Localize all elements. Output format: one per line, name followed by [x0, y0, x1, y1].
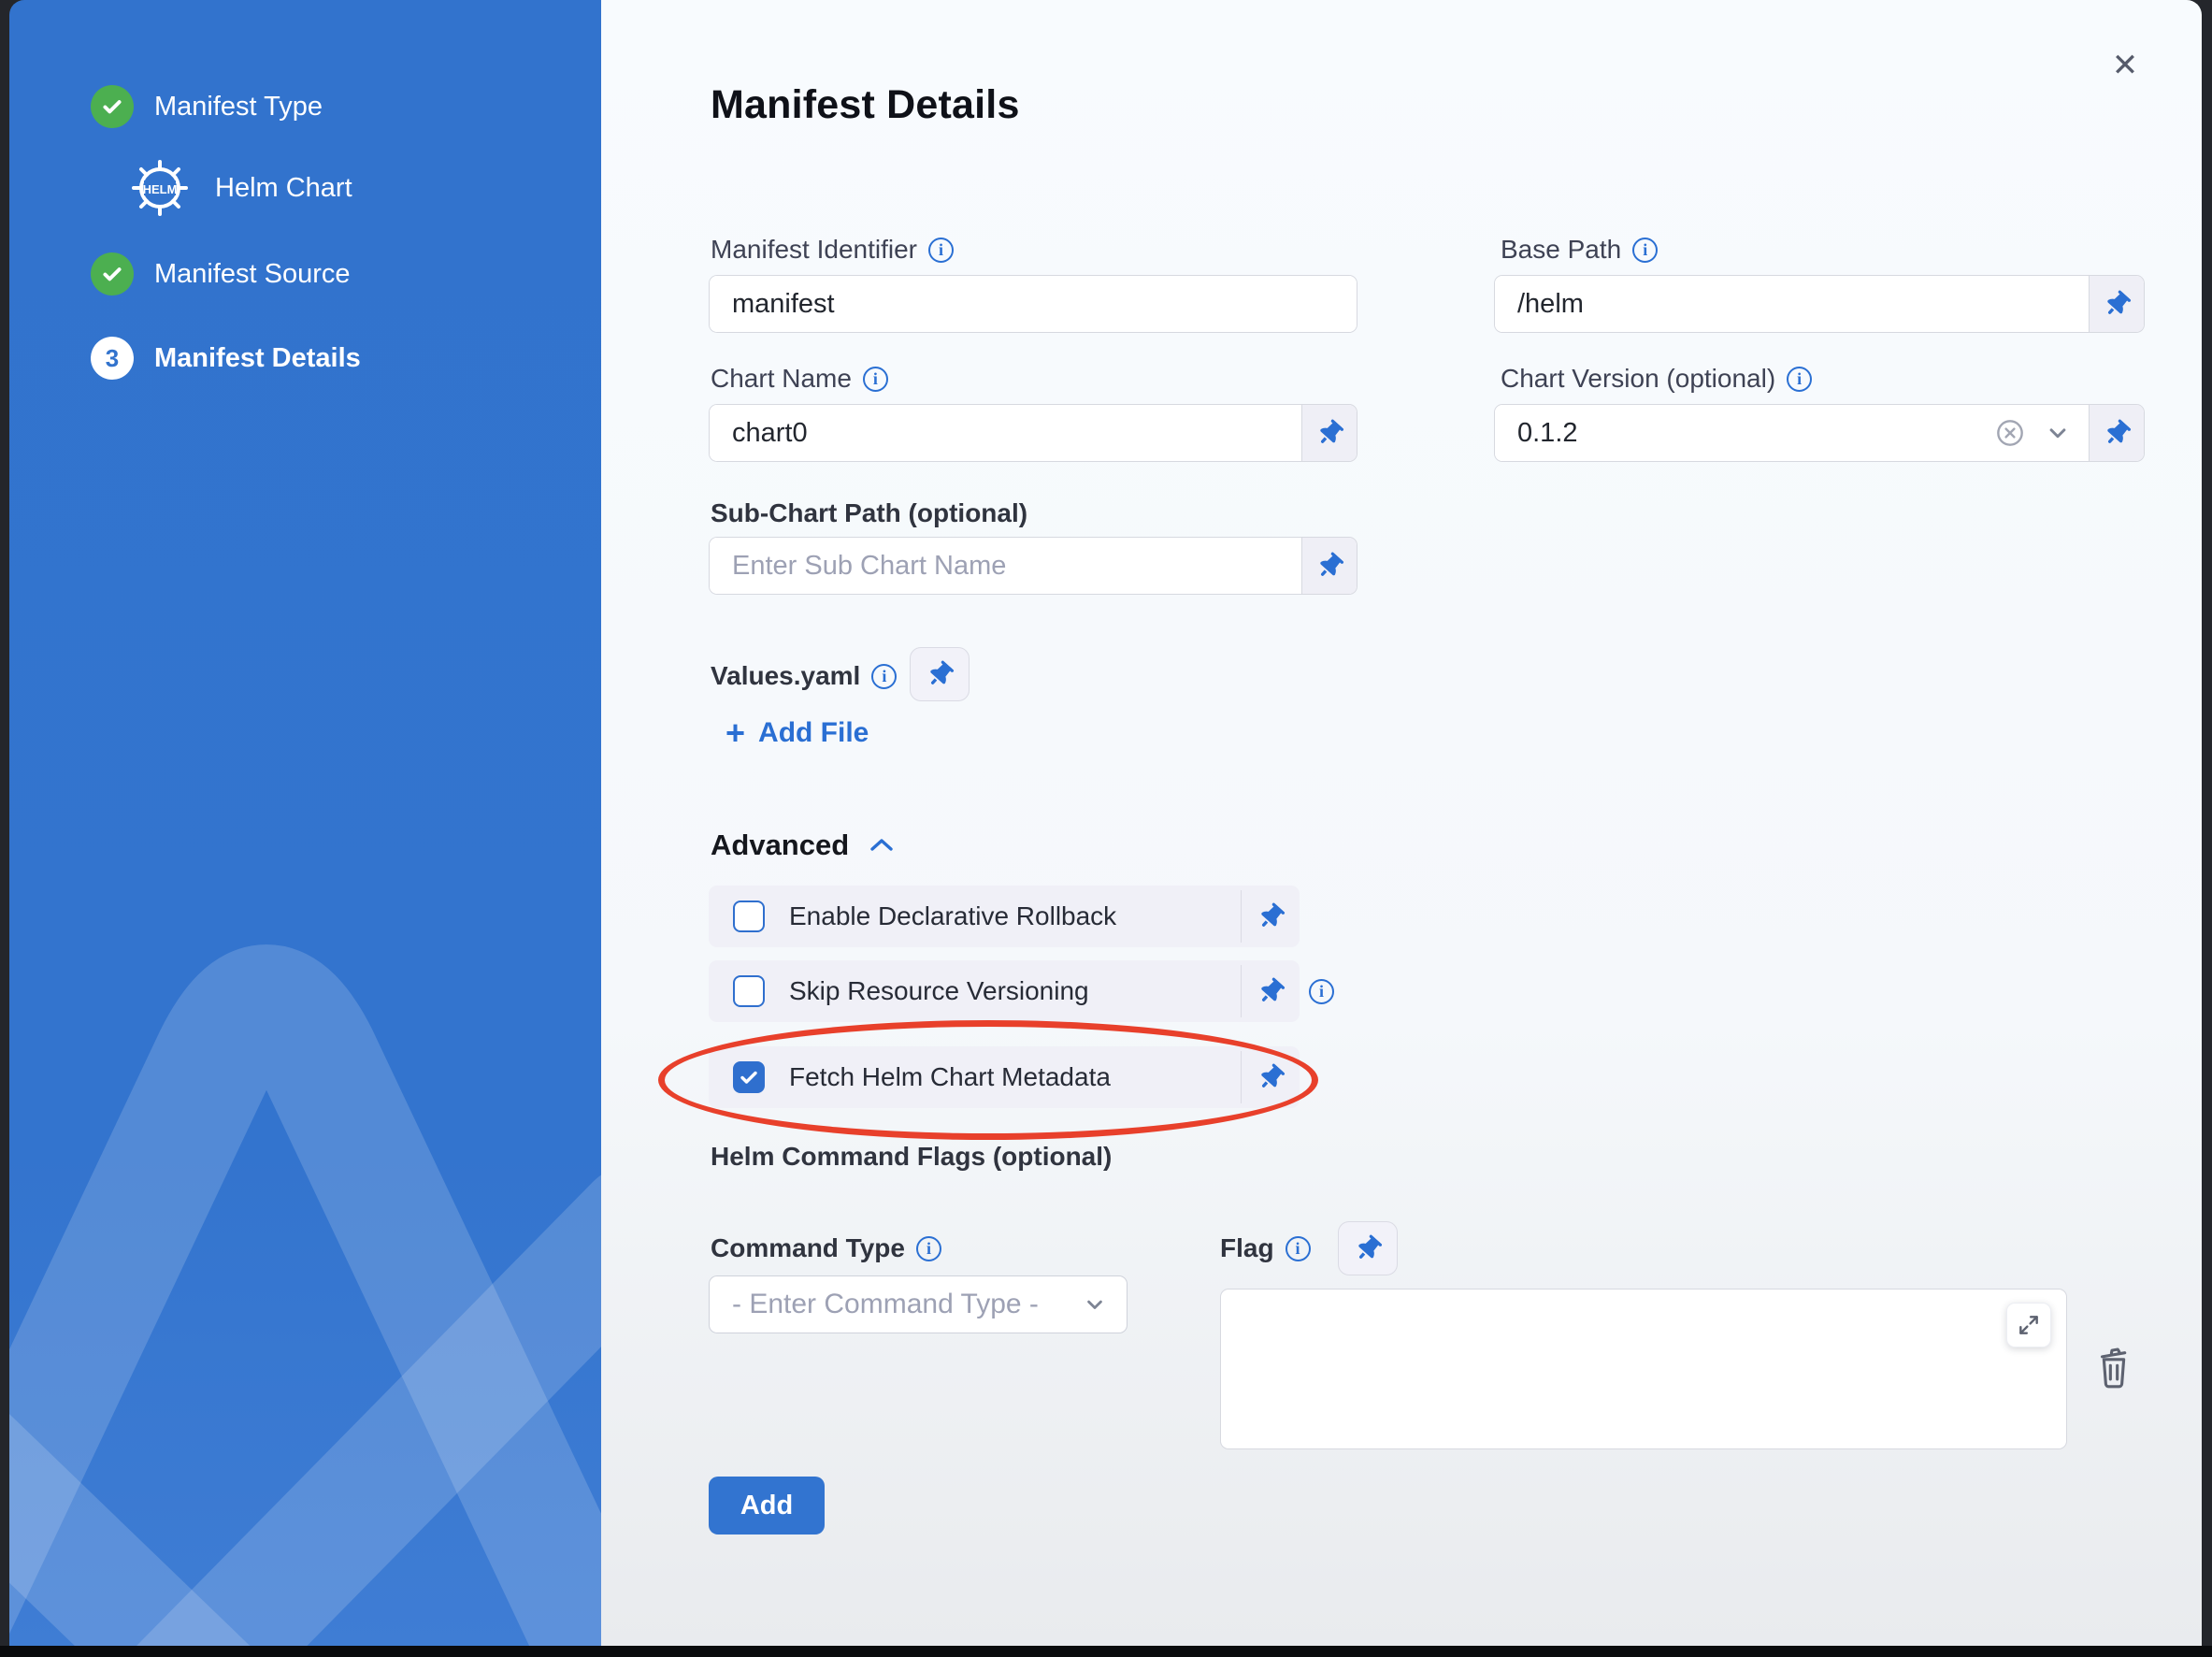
manifest-identifier-group — [709, 275, 1357, 333]
plus-icon: + — [725, 716, 745, 750]
sidebar-substep-helm-chart[interactable]: HELM Helm Chart — [9, 158, 601, 218]
page-title: Manifest Details — [711, 82, 1020, 128]
step-number-badge: 3 — [91, 337, 134, 380]
pin-icon[interactable] — [2089, 276, 2144, 332]
screen-background: Manifest Type HELM — [0, 0, 2212, 1657]
manifest-details-panel: ✕ Manifest Details Manifest Identifier i… — [601, 0, 2202, 1646]
advanced-toggle[interactable]: Advanced — [711, 828, 898, 862]
step-complete-icon — [91, 85, 134, 128]
values-yaml-pin-button[interactable] — [910, 647, 970, 701]
info-icon[interactable]: i — [871, 664, 897, 689]
sidebar-step-manifest-details[interactable]: 3 Manifest Details — [9, 336, 601, 381]
pin-icon — [1350, 1231, 1386, 1266]
step-label: Manifest Source — [154, 259, 351, 290]
pin-icon — [922, 656, 957, 692]
step-label: Helm Chart — [215, 173, 352, 204]
sidebar-step-manifest-type[interactable]: Manifest Type — [9, 84, 601, 129]
checkbox-checked[interactable] — [733, 1061, 765, 1093]
harness-logo-watermark — [9, 785, 601, 1646]
chevron-down-icon — [1082, 1291, 1108, 1318]
chart-name-group — [709, 404, 1357, 462]
chevron-up-icon — [866, 833, 898, 857]
add-file-label: Add File — [758, 717, 869, 749]
chart-name-label: Chart Name i — [711, 363, 888, 395]
pin-icon[interactable] — [1301, 538, 1357, 594]
clear-icon[interactable] — [1995, 418, 2025, 448]
advanced-option-enable-declarative-rollback: Enable Declarative Rollback — [709, 886, 1300, 947]
flag-textarea-wrapper — [1220, 1289, 2067, 1449]
delete-icon[interactable] — [2093, 1345, 2134, 1394]
command-type-select[interactable]: - Enter Command Type - — [709, 1275, 1128, 1333]
values-yaml-label: Values.yaml i — [711, 660, 897, 692]
info-icon[interactable]: i — [928, 238, 954, 263]
advanced-option-fetch-helm-chart-metadata: Fetch Helm Chart Metadata — [709, 1046, 1300, 1108]
expand-icon[interactable] — [2006, 1303, 2051, 1347]
wizard-steps: Manifest Type HELM — [9, 0, 601, 381]
command-type-placeholder: - Enter Command Type - — [732, 1289, 1039, 1320]
wizard-sidebar: Manifest Type HELM — [9, 0, 601, 1646]
info-icon[interactable]: i — [863, 367, 888, 392]
sidebar-step-manifest-source[interactable]: Manifest Source — [9, 252, 601, 296]
chart-version-input[interactable] — [1495, 405, 1978, 461]
sub-chart-path-group — [709, 537, 1357, 595]
sub-chart-path-label: Sub-Chart Path (optional) — [711, 497, 1027, 529]
base-path-label: Base Path i — [1501, 234, 1658, 266]
close-icon[interactable]: ✕ — [2104, 45, 2146, 86]
chart-version-label: Chart Version (optional) i — [1501, 363, 1812, 395]
info-icon[interactable]: i — [916, 1236, 941, 1261]
manifest-identifier-label: Manifest Identifier i — [711, 234, 954, 266]
flag-textarea[interactable] — [1221, 1290, 2066, 1448]
step-label: Manifest Details — [154, 343, 361, 374]
step-label: Manifest Type — [154, 92, 323, 122]
pin-icon[interactable] — [2089, 405, 2144, 461]
chart-version-controls — [1978, 405, 2089, 461]
info-icon[interactable]: i — [1632, 238, 1658, 263]
info-icon[interactable]: i — [1787, 367, 1812, 392]
helm-icon: HELM — [129, 157, 191, 219]
sub-chart-path-input[interactable] — [710, 538, 1301, 594]
pin-icon[interactable] — [1301, 405, 1357, 461]
pin-icon[interactable] — [1242, 904, 1300, 929]
helm-command-flags-label: Helm Command Flags (optional) — [711, 1141, 1112, 1173]
add-file-button[interactable]: + Add File — [725, 716, 869, 750]
flag-label: Flag i — [1220, 1232, 1311, 1264]
manifest-identifier-input[interactable] — [710, 276, 1357, 332]
svg-text:HELM: HELM — [143, 182, 178, 196]
base-path-input[interactable] — [1495, 276, 2089, 332]
flag-pin-button[interactable] — [1338, 1221, 1398, 1275]
step-complete-icon — [91, 252, 134, 295]
chevron-down-icon[interactable] — [2044, 419, 2072, 447]
checkbox-unchecked[interactable] — [733, 901, 765, 932]
base-path-group — [1494, 275, 2145, 333]
pin-icon[interactable] — [1242, 979, 1300, 1004]
chart-name-input[interactable] — [710, 405, 1301, 461]
chart-version-group — [1494, 404, 2145, 462]
advanced-option-skip-resource-versioning: Skip Resource Versioning — [709, 960, 1300, 1022]
add-button[interactable]: Add — [709, 1477, 825, 1535]
info-icon[interactable]: i — [1309, 979, 1334, 1004]
info-icon[interactable]: i — [1286, 1236, 1311, 1261]
checkbox-unchecked[interactable] — [733, 975, 765, 1007]
command-type-label: Command Type i — [711, 1232, 941, 1264]
screen-edge — [0, 1646, 2212, 1657]
pin-icon[interactable] — [1242, 1065, 1300, 1090]
